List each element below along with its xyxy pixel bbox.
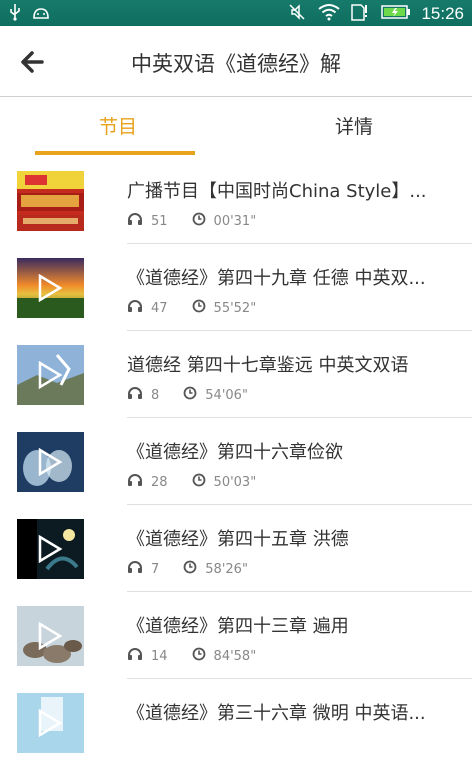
duration: 00'31" <box>213 213 257 229</box>
play-count: 28 <box>151 474 168 490</box>
item-title: 广播节目【中国时尚China Style】... <box>127 181 427 202</box>
clock-icon <box>183 386 197 404</box>
tab-programs[interactable]: 节目 <box>0 97 236 157</box>
clock-icon <box>192 299 206 317</box>
play-icon <box>38 274 63 302</box>
play-count: 7 <box>151 561 160 577</box>
item-meta: 8 54'06" <box>127 386 248 404</box>
duration: 50'03" <box>213 474 257 490</box>
mute-icon <box>287 2 307 26</box>
item-meta: 47 55'52" <box>127 299 256 317</box>
item-title: 《道德经》第四十六章俭欲 <box>127 442 343 463</box>
list-item[interactable]: 《道德经》第四十九章 任德 中英双... 47 55'52" <box>0 244 472 331</box>
play-count: 14 <box>151 648 168 664</box>
list-item[interactable]: 《道德经》第四十六章俭欲 28 50'03" <box>0 418 472 505</box>
item-meta: 28 50'03" <box>127 473 256 491</box>
play-count: 8 <box>151 387 160 403</box>
duration: 84'58" <box>213 648 257 664</box>
duration: 58'26" <box>205 561 248 577</box>
item-title: 《道德经》第四十九章 任德 中英双... <box>127 268 426 289</box>
tab-details[interactable]: 详情 <box>236 97 472 157</box>
play-icon <box>38 361 63 389</box>
clock-icon <box>192 473 206 491</box>
status-bar: 15:26 <box>0 0 472 26</box>
clock-icon <box>192 647 206 665</box>
headphones-icon <box>127 647 143 665</box>
thumbnail <box>17 171 84 231</box>
play-icon <box>38 622 63 650</box>
item-title: 《道德经》第四十三章 遍用 <box>127 616 349 637</box>
sim-icon <box>351 3 371 25</box>
thumbnail <box>17 606 84 666</box>
debug-icon <box>32 4 50 24</box>
headphones-icon <box>127 473 143 491</box>
battery-icon <box>381 4 411 24</box>
item-meta: 14 84'58" <box>127 647 256 665</box>
headphones-icon <box>127 212 143 230</box>
headphones-icon <box>127 299 143 317</box>
list-item[interactable]: 《道德经》第四十五章 洪德 7 58'26" <box>0 505 472 592</box>
list-item[interactable]: 《道德经》第三十六章 微明 中英语... <box>0 679 472 766</box>
tab-bar: 节目 详情 <box>0 97 472 157</box>
thumbnail <box>17 432 84 492</box>
duration: 54'06" <box>205 387 248 403</box>
tab-indicator <box>35 151 195 155</box>
clock: 15:26 <box>421 4 464 23</box>
item-meta: 51 00'31" <box>127 212 256 230</box>
clock-icon <box>192 212 206 230</box>
thumbnail <box>17 693 84 753</box>
usb-icon <box>8 3 22 25</box>
thumbnail <box>17 345 84 405</box>
play-count: 47 <box>151 300 168 316</box>
play-count: 51 <box>151 213 168 229</box>
thumbnail <box>17 519 84 579</box>
headphones-icon <box>127 560 143 578</box>
headphones-icon <box>127 386 143 404</box>
app-bar: 中英双语《道德经》解 <box>0 26 472 97</box>
list-item[interactable]: 《道德经》第四十三章 遍用 14 84'58" <box>0 592 472 679</box>
item-title: 《道德经》第三十六章 微明 中英语... <box>127 703 426 724</box>
list-item[interactable]: 广播节目【中国时尚China Style】... 51 00'31" <box>0 157 472 244</box>
item-title: 《道德经》第四十五章 洪德 <box>127 529 349 550</box>
wifi-icon <box>317 3 341 25</box>
item-title: 道德经 第四十七章鉴远 中英文双语 <box>127 355 409 376</box>
play-icon <box>38 709 63 737</box>
item-meta: 7 58'26" <box>127 560 248 578</box>
list-item[interactable]: 道德经 第四十七章鉴远 中英文双语 8 54'06" <box>0 331 472 418</box>
play-icon <box>38 535 63 563</box>
play-icon <box>38 448 63 476</box>
duration: 55'52" <box>213 300 257 316</box>
clock-icon <box>183 560 197 578</box>
page-title: 中英双语《道德经》解 <box>131 52 341 76</box>
thumbnail <box>17 258 84 318</box>
